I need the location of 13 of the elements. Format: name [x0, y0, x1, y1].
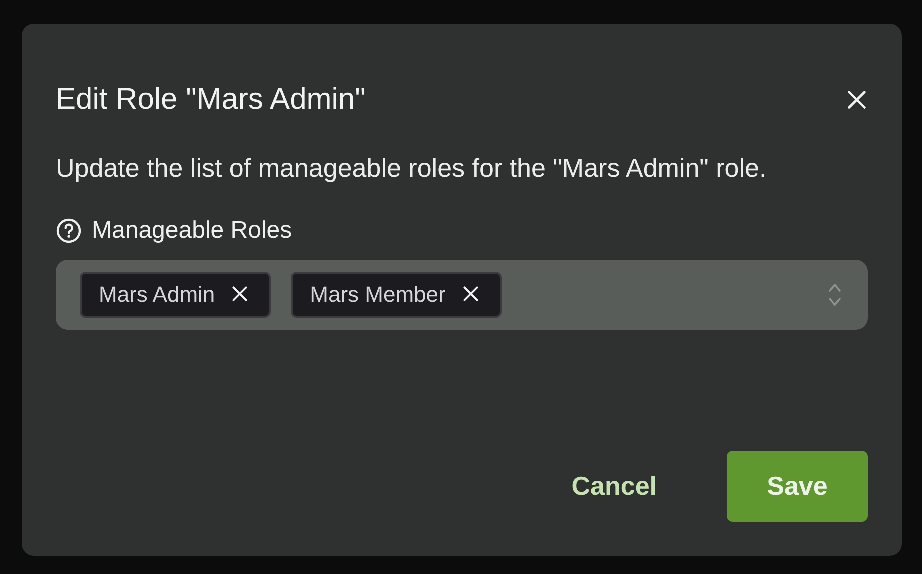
dialog-title: Edit Role "Mars Admin"	[56, 83, 366, 117]
close-button[interactable]	[846, 89, 868, 111]
chevron-up-down-icon	[828, 282, 842, 308]
chip-label: Mars Member	[310, 282, 446, 308]
dialog-description: Update the list of manageable roles for the "Mars Admin" role.	[56, 152, 768, 185]
field-label: Manageable Roles	[92, 217, 292, 245]
remove-icon	[231, 285, 250, 303]
remove-icon	[462, 285, 480, 303]
help-icon[interactable]	[56, 218, 82, 244]
cancel-button[interactable]: Cancel	[572, 451, 657, 522]
multi-select-field[interactable]: Mars Admin Mars Member	[56, 260, 868, 330]
close-icon	[846, 89, 868, 111]
chip-label: Mars Admin	[99, 282, 216, 308]
